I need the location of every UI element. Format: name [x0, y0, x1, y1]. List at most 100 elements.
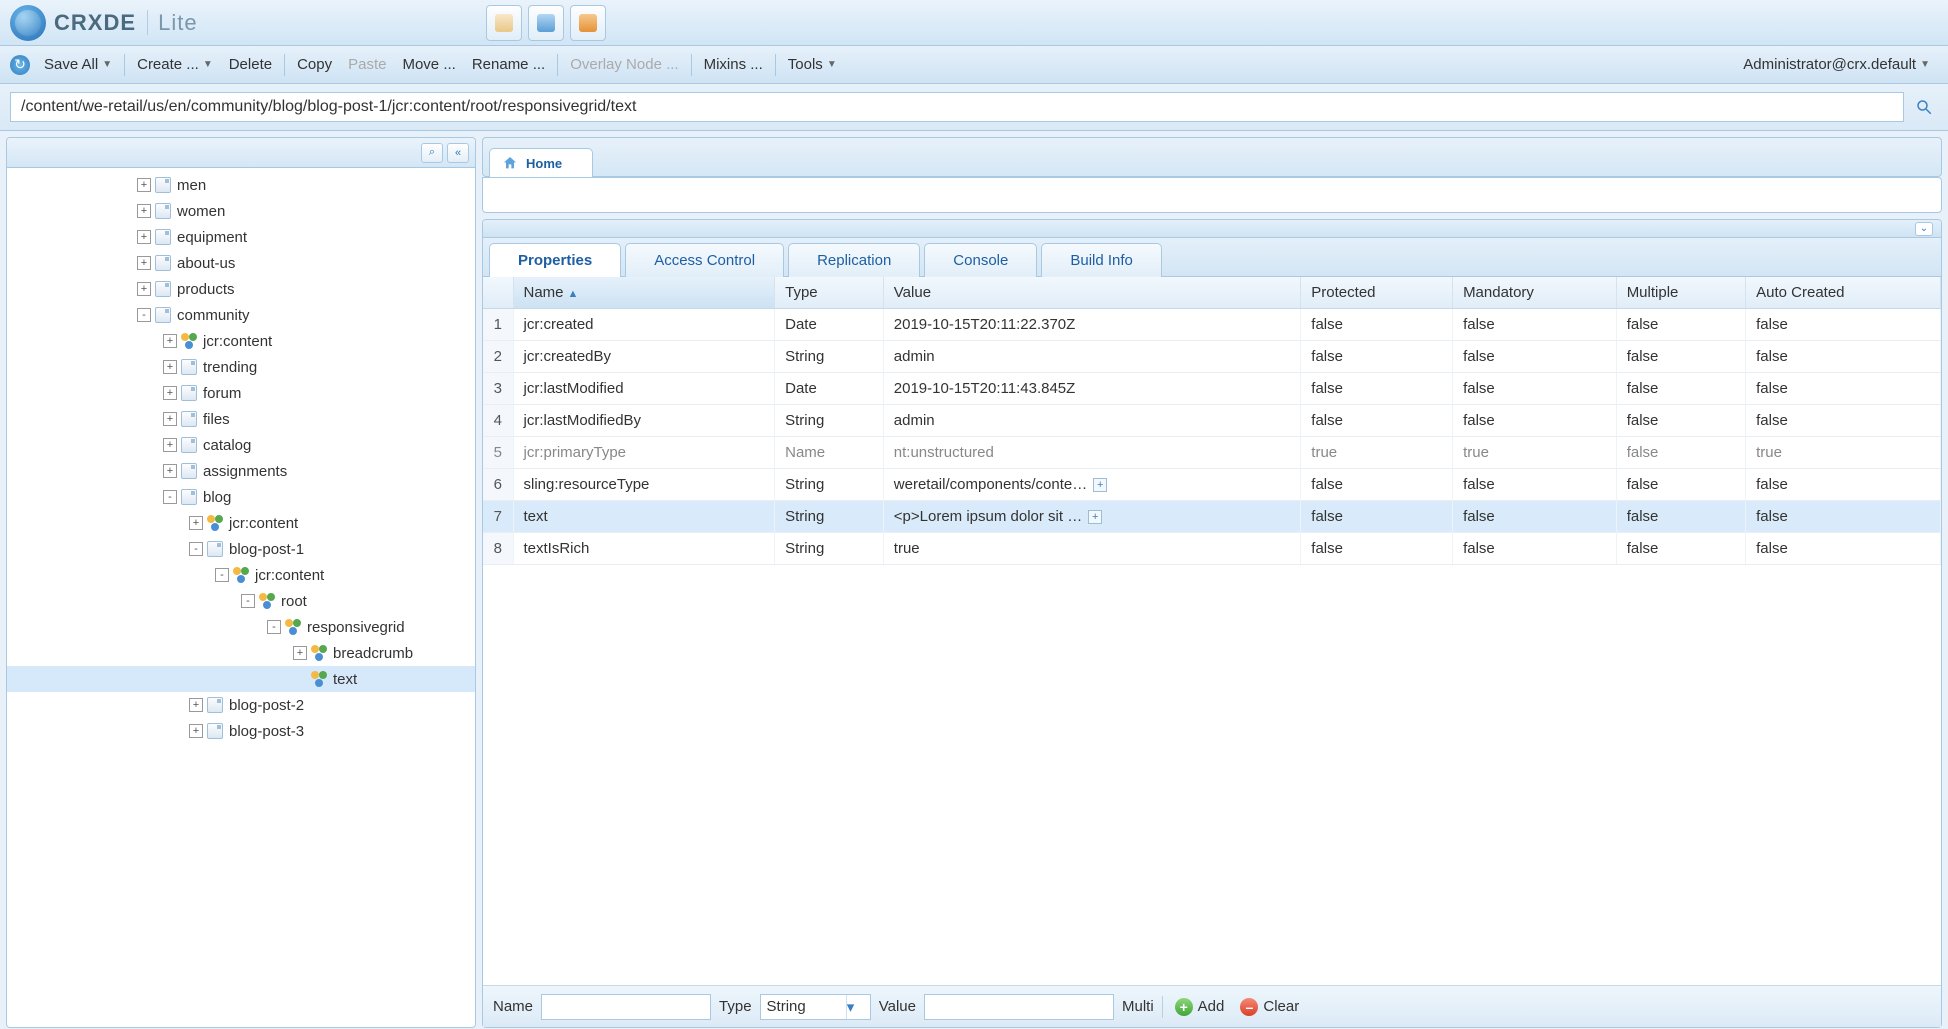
multi-label[interactable]: Multi	[1122, 998, 1154, 1015]
create-button[interactable]: Create ...▼	[129, 56, 221, 73]
tree-node-label: jcr:content	[203, 333, 272, 350]
expand-value-icon[interactable]: +	[1093, 478, 1107, 492]
tree-node-men[interactable]: +men	[7, 172, 475, 198]
expand-icon[interactable]: +	[137, 282, 151, 296]
copy-button[interactable]: Copy	[289, 56, 340, 73]
expand-icon[interactable]: +	[163, 360, 177, 374]
expand-icon[interactable]: +	[189, 698, 203, 712]
tree-node-products[interactable]: +products	[7, 276, 475, 302]
refresh-icon[interactable]	[10, 55, 30, 75]
tree-node-trending[interactable]: +trending	[7, 354, 475, 380]
table-row[interactable]: 3jcr:lastModifiedDate2019-10-15T20:11:43…	[483, 373, 1941, 405]
user-menu[interactable]: Administrator@crx.default▼	[1735, 56, 1938, 73]
expand-icon[interactable]: +	[189, 724, 203, 738]
expand-icon[interactable]: +	[163, 386, 177, 400]
expand-icon[interactable]: +	[163, 464, 177, 478]
rename-button[interactable]: Rename ...	[464, 56, 553, 73]
tree-node-responsivegrid[interactable]: -responsivegrid	[7, 614, 475, 640]
tree-node-breadcrumb[interactable]: +breadcrumb	[7, 640, 475, 666]
table-row[interactable]: 7textString<p>Lorem ipsum dolor sit …+fa…	[483, 501, 1941, 533]
col-value[interactable]: Value	[883, 277, 1301, 309]
tree-node-blog[interactable]: -blog	[7, 484, 475, 510]
table-row[interactable]: 6sling:resourceTypeStringweretail/compon…	[483, 469, 1941, 501]
tree-node-jcr-content[interactable]: +jcr:content	[7, 510, 475, 536]
dev-tools-button[interactable]	[486, 5, 522, 41]
expand-icon[interactable]: +	[189, 516, 203, 530]
page-icon	[207, 541, 223, 557]
collapse-icon[interactable]: -	[267, 620, 281, 634]
home-tab[interactable]: Home	[489, 148, 593, 177]
add-button[interactable]: + Add	[1171, 996, 1229, 1018]
expand-icon[interactable]: +	[137, 230, 151, 244]
cell-rownum: 7	[483, 501, 513, 533]
tree-node-files[interactable]: +files	[7, 406, 475, 432]
col-multiple[interactable]: Multiple	[1616, 277, 1745, 309]
tree-node-community[interactable]: -community	[7, 302, 475, 328]
table-row[interactable]: 4jcr:lastModifiedByStringadminfalsefalse…	[483, 405, 1941, 437]
table-row[interactable]: 1jcr:createdDate2019-10-15T20:11:22.370Z…	[483, 309, 1941, 341]
search-button[interactable]	[1910, 93, 1938, 121]
move-button[interactable]: Move ...	[394, 56, 463, 73]
paste-button[interactable]: Paste	[340, 56, 394, 73]
tree-node-text[interactable]: text	[7, 666, 475, 692]
expand-icon[interactable]: +	[137, 204, 151, 218]
tree-node-catalog[interactable]: +catalog	[7, 432, 475, 458]
panel-collapse-button[interactable]: ⌄	[1915, 222, 1933, 236]
col-auto-created[interactable]: Auto Created	[1746, 277, 1941, 309]
delete-button[interactable]: Delete	[221, 56, 280, 73]
tab-build-info[interactable]: Build Info	[1041, 243, 1162, 277]
tree-node-assignments[interactable]: +assignments	[7, 458, 475, 484]
clear-button[interactable]: – Clear	[1236, 996, 1303, 1018]
tree-body[interactable]: +men+women+equipment+about-us+products-c…	[7, 168, 475, 1027]
prop-type-select[interactable]: String ▾	[760, 994, 871, 1020]
panel-collapse-bar: ⌄	[483, 220, 1941, 238]
bundle-button[interactable]	[570, 5, 606, 41]
tree-node-root[interactable]: -root	[7, 588, 475, 614]
tree-node-about-us[interactable]: +about-us	[7, 250, 475, 276]
tree-node-forum[interactable]: +forum	[7, 380, 475, 406]
separator	[775, 54, 776, 76]
col-mandatory[interactable]: Mandatory	[1453, 277, 1617, 309]
tree-node-blog-post-3[interactable]: +blog-post-3	[7, 718, 475, 744]
expand-value-icon[interactable]: +	[1088, 510, 1102, 524]
col-protected[interactable]: Protected	[1301, 277, 1453, 309]
tab-properties[interactable]: Properties	[489, 243, 621, 277]
save-all-button[interactable]: Save All▼	[36, 56, 120, 73]
path-input[interactable]	[10, 92, 1904, 122]
tree-node-blog-post-1[interactable]: -blog-post-1	[7, 536, 475, 562]
tree-collapse-button[interactable]: «	[447, 143, 469, 163]
collapse-icon[interactable]: -	[189, 542, 203, 556]
table-row[interactable]: 2jcr:createdByStringadminfalsefalsefalse…	[483, 341, 1941, 373]
tree-node-women[interactable]: +women	[7, 198, 475, 224]
prop-name-input[interactable]	[541, 994, 711, 1020]
expand-icon[interactable]: +	[137, 256, 151, 270]
collapse-icon[interactable]: -	[241, 594, 255, 608]
overlay-node-button[interactable]: Overlay Node ...	[562, 56, 686, 73]
tree-node-equipment[interactable]: +equipment	[7, 224, 475, 250]
col-type[interactable]: Type	[775, 277, 884, 309]
expand-icon[interactable]: +	[163, 334, 177, 348]
table-row[interactable]: 8textIsRichStringtruefalsefalsefalsefals…	[483, 533, 1941, 565]
tree-node-blog-post-2[interactable]: +blog-post-2	[7, 692, 475, 718]
col-name[interactable]: Name▲	[513, 277, 775, 309]
tree-find-button[interactable]: ⌕	[421, 143, 443, 163]
tree-node-label: jcr:content	[255, 567, 324, 584]
collapse-icon[interactable]: -	[163, 490, 177, 504]
expand-icon[interactable]: +	[293, 646, 307, 660]
prop-value-input[interactable]	[924, 994, 1114, 1020]
collapse-icon[interactable]: -	[215, 568, 229, 582]
table-row[interactable]: 5jcr:primaryTypeNament:unstructuredtruet…	[483, 437, 1941, 469]
tree-node-jcr-content[interactable]: + jcr:content	[7, 328, 475, 354]
tab-replication[interactable]: Replication	[788, 243, 920, 277]
tree-node-jcr-content[interactable]: - jcr:content	[7, 562, 475, 588]
expand-icon[interactable]: +	[137, 178, 151, 192]
cell: Name	[775, 437, 884, 469]
expand-icon[interactable]: +	[163, 438, 177, 452]
collapse-icon[interactable]: -	[137, 308, 151, 322]
package-manager-button[interactable]	[528, 5, 564, 41]
expand-icon[interactable]: +	[163, 412, 177, 426]
tab-console[interactable]: Console	[924, 243, 1037, 277]
tab-access-control[interactable]: Access Control	[625, 243, 784, 277]
mixins-button[interactable]: Mixins ...	[696, 56, 771, 73]
tools-button[interactable]: Tools▼	[780, 56, 845, 73]
